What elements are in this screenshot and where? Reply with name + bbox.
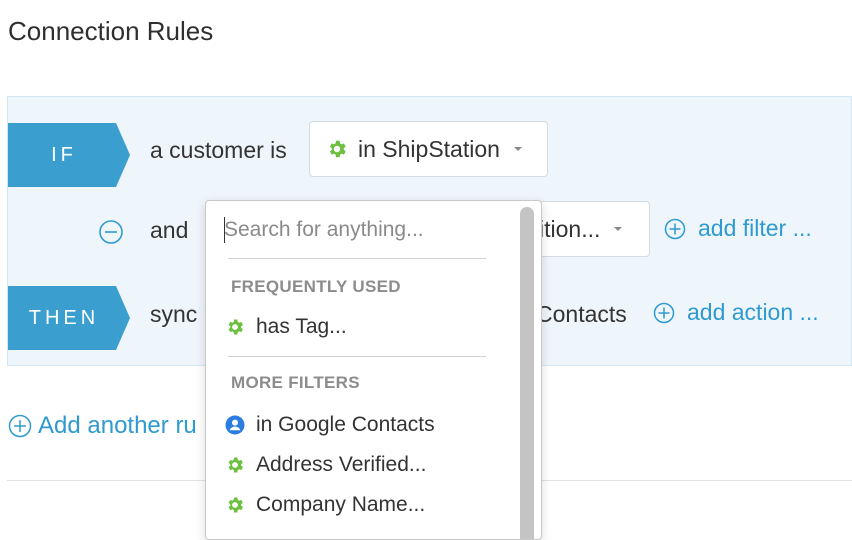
- source-dropdown-value: in ShipStation: [358, 135, 500, 162]
- add-filter-link[interactable]: add filter ...: [664, 215, 812, 242]
- separator: [228, 356, 486, 357]
- then-label: THEN: [8, 286, 130, 350]
- option-label: in Google Contacts: [256, 413, 435, 436]
- plus-circle-icon: [8, 414, 32, 438]
- add-filter-label: add filter ...: [698, 215, 812, 241]
- page-title: Connection Rules: [8, 16, 214, 46]
- person-icon: [224, 414, 246, 436]
- scrollbar[interactable]: [520, 207, 534, 539]
- add-action-link[interactable]: add action ...: [653, 299, 819, 326]
- option-label: Company Name...: [256, 493, 426, 516]
- filter-search-popover: FREQUENTLY USED has Tag... MORE FILTERS …: [205, 200, 542, 540]
- sync-text: sync: [150, 301, 198, 327]
- then-label-text: THEN: [28, 306, 100, 329]
- option-has-tag[interactable]: has Tag...: [224, 309, 514, 345]
- add-rule-link[interactable]: Add another ru: [8, 412, 197, 440]
- text-cursor: [224, 217, 225, 243]
- gear-icon: [326, 138, 348, 160]
- if-condition-text: a customer is: [150, 137, 287, 163]
- option-in-google-contacts[interactable]: in Google Contacts: [224, 407, 514, 443]
- remove-filter-icon[interactable]: [98, 219, 124, 250]
- and-text: and: [150, 217, 189, 243]
- option-company-name[interactable]: Company Name...: [224, 487, 514, 523]
- option-label: Address Verified...: [256, 453, 427, 476]
- sync-target-text: Contacts: [536, 301, 627, 327]
- add-rule-label: Add another ru: [38, 412, 197, 439]
- plus-circle-icon: [653, 302, 675, 323]
- separator: [228, 258, 486, 259]
- chevron-down-icon: [513, 147, 522, 151]
- gear-icon: [224, 494, 246, 516]
- if-label: IF: [8, 123, 130, 187]
- search-input[interactable]: [224, 213, 484, 247]
- add-action-label: add action ...: [687, 299, 819, 325]
- filter-condition-value: ition...: [539, 215, 601, 242]
- source-dropdown[interactable]: in ShipStation: [309, 121, 548, 177]
- option-address-verified[interactable]: Address Verified...: [224, 447, 514, 483]
- if-label-text: IF: [51, 143, 77, 166]
- more-filters-heading: MORE FILTERS: [231, 373, 360, 392]
- gear-icon: [224, 316, 246, 338]
- gear-icon: [224, 454, 246, 476]
- plus-circle-icon: [664, 218, 686, 239]
- frequently-used-heading: FREQUENTLY USED: [231, 277, 401, 296]
- option-label: has Tag...: [256, 315, 347, 338]
- chevron-down-icon: [614, 227, 623, 231]
